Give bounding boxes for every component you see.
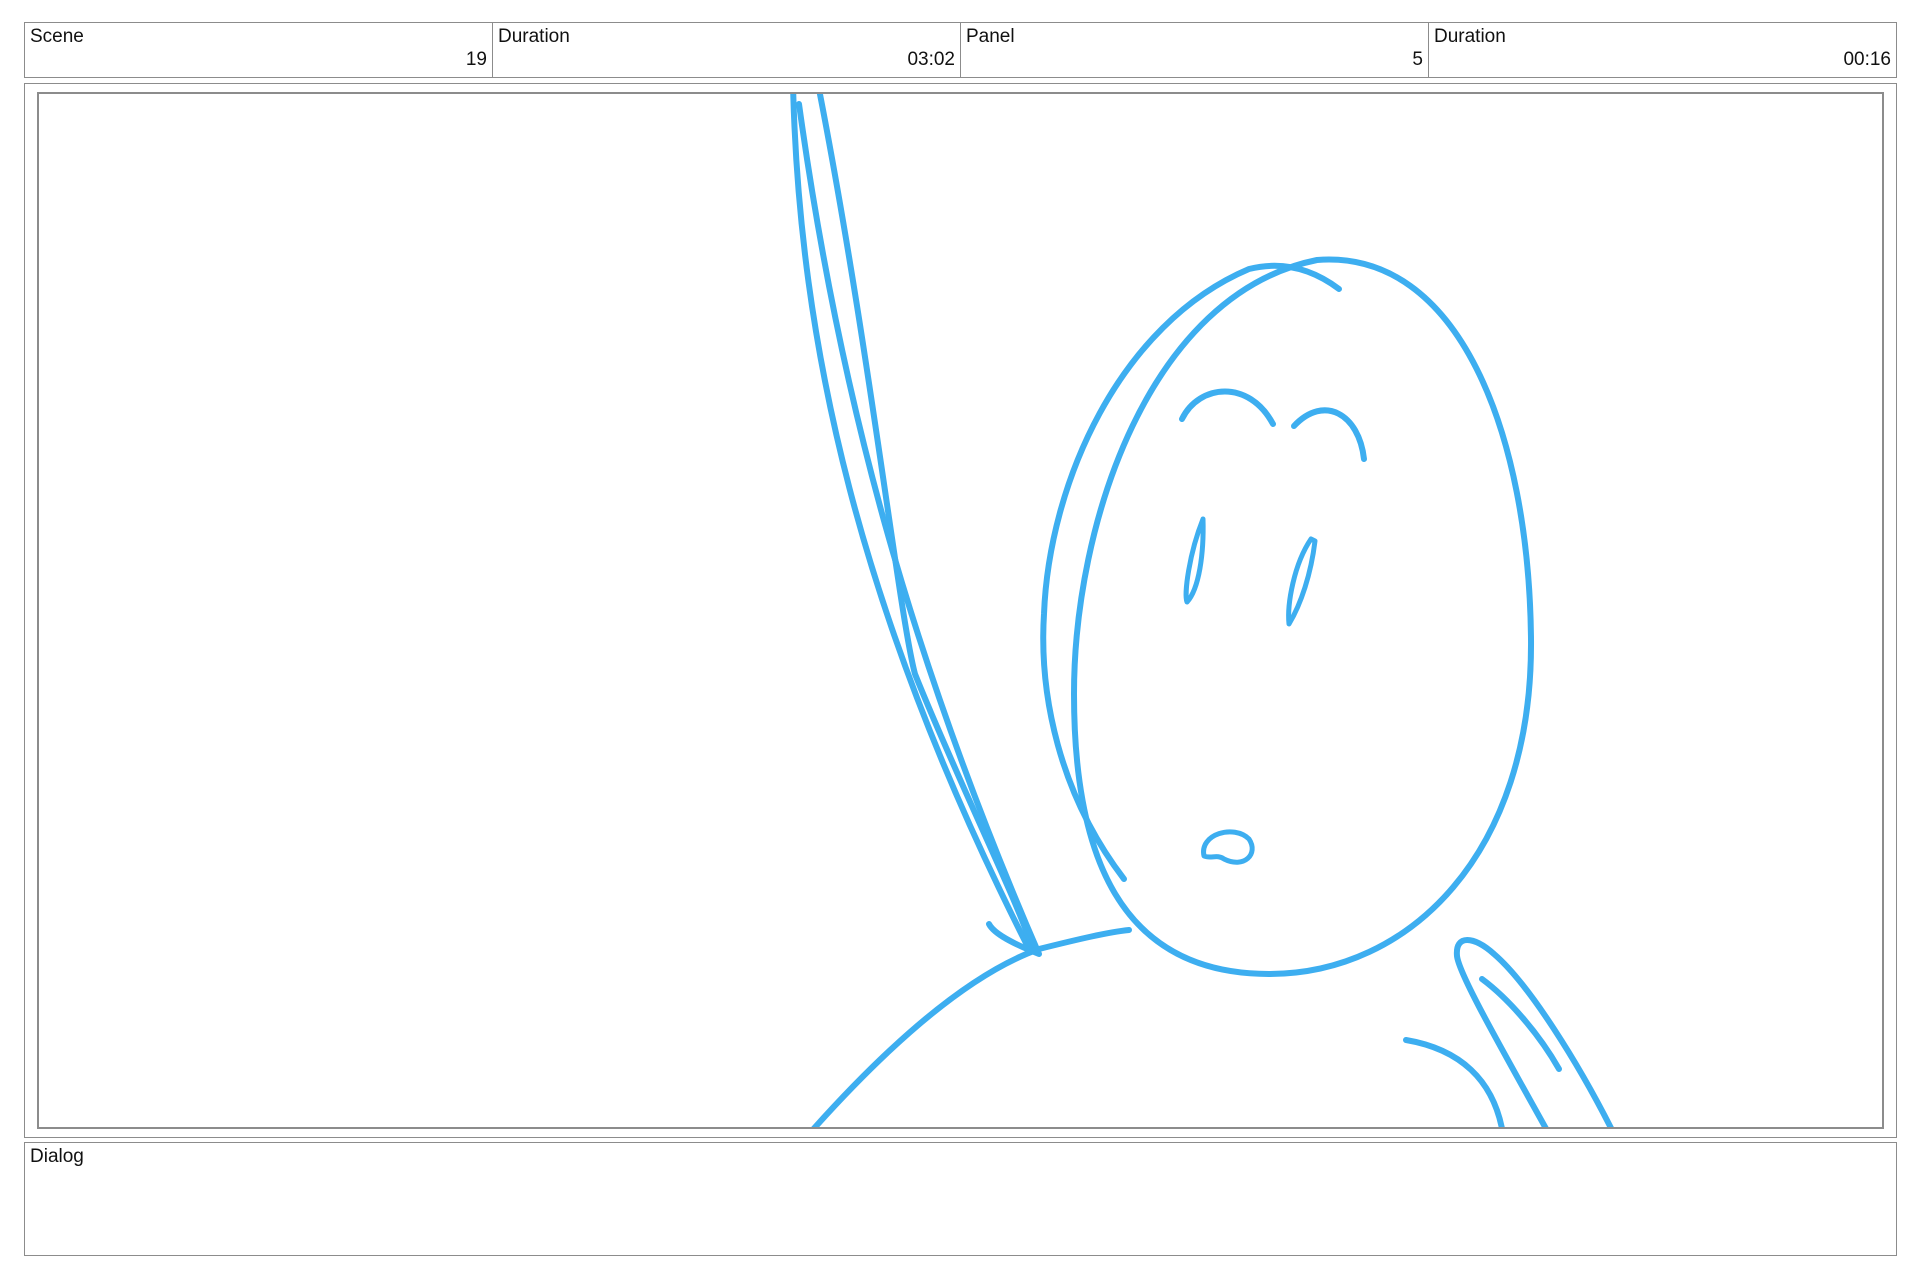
dialog-box: Dialog — [24, 1142, 1897, 1256]
scene-number: 19 — [465, 49, 487, 70]
right-shoulder — [1403, 1037, 1505, 1127]
scene-cell: Scene 19 — [25, 23, 493, 77]
scene-duration-value: 03:02 — [907, 49, 955, 70]
panel-label: Panel — [966, 26, 1015, 47]
left-shoulder — [811, 927, 1132, 1127]
panel-cell: Panel 5 — [961, 23, 1429, 77]
mouth — [1201, 829, 1255, 865]
left-eye — [1183, 516, 1206, 605]
left-eyebrow — [1179, 388, 1276, 427]
arm-stroke-inner — [816, 94, 1035, 952]
right-eye — [1286, 536, 1318, 627]
storyboard-header: Scene 19 Duration 03:02 Panel 5 Duration… — [24, 22, 1897, 78]
storyboard-panel-canvas — [37, 92, 1884, 1129]
scene-duration-cell: Duration 03:02 — [493, 23, 961, 77]
right-eyebrow — [1291, 407, 1367, 462]
panel-number: 5 — [1412, 49, 1423, 70]
character-sketch — [790, 94, 1614, 1127]
arm-stroke-outer — [790, 94, 1032, 952]
storyboard-panel-frame — [24, 83, 1897, 1138]
panel-duration-cell: Duration 00:16 — [1429, 23, 1896, 77]
panel-duration-label: Duration — [1434, 26, 1506, 47]
scene-label: Scene — [30, 26, 84, 47]
arm-stroke-inner-2 — [796, 101, 1042, 957]
scene-duration-label: Duration — [498, 26, 570, 47]
dialog-label: Dialog — [30, 1146, 84, 1167]
panel-duration-value: 00:16 — [1843, 49, 1891, 70]
head-outline — [1071, 256, 1535, 977]
